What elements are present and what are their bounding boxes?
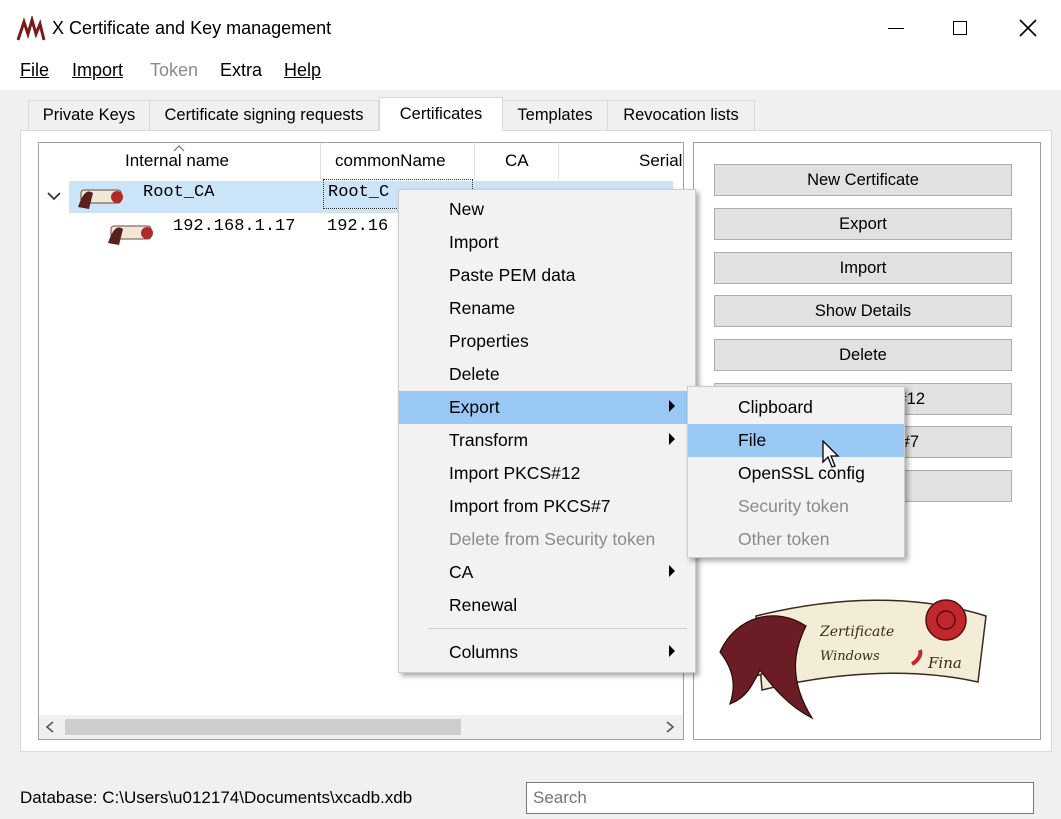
delete-button[interactable]: Delete: [714, 339, 1012, 371]
close-icon: [1019, 19, 1037, 37]
submenu-arrow-icon: [669, 645, 675, 657]
show-details-button[interactable]: Show Details: [714, 295, 1012, 327]
certificate-icon: [78, 189, 123, 209]
ctx-new[interactable]: New: [399, 193, 695, 226]
column-header-serial[interactable]: Serial: [559, 143, 683, 179]
tab-templates[interactable]: Templates: [502, 100, 608, 130]
submenu-arrow-icon: [669, 400, 675, 412]
submenu-arrow-icon: [669, 565, 675, 577]
minimize-button[interactable]: [866, 0, 926, 56]
ctx-properties[interactable]: Properties: [399, 325, 695, 358]
row-internal-name: Root_CA: [143, 183, 215, 202]
expand-chevron-icon[interactable]: [47, 191, 61, 201]
xca-scroll-logo: Zertificate Windows Fina: [719, 599, 987, 720]
tab-revocation-lists[interactable]: Revocation lists: [607, 100, 755, 130]
svg-text:Zertificate: Zertificate: [819, 624, 894, 640]
svg-text:Fina: Fina: [927, 654, 962, 672]
mouse-cursor-icon: [822, 440, 840, 468]
tab-certificates[interactable]: Certificates: [379, 97, 503, 131]
import-button[interactable]: Import: [714, 252, 1012, 284]
new-certificate-button[interactable]: New Certificate: [714, 164, 1012, 196]
app-logo-icon: [16, 16, 46, 41]
ctx-columns[interactable]: Columns: [399, 636, 695, 669]
column-header-ca[interactable]: CA: [475, 143, 559, 179]
tab-private-keys[interactable]: Private Keys: [28, 100, 150, 130]
window-title: X Certificate and Key management: [52, 18, 332, 38]
ctx-renewal[interactable]: Renewal: [399, 589, 695, 622]
menu-token[interactable]: Token: [150, 60, 198, 81]
menu-separator: [429, 628, 687, 629]
close-button[interactable]: [998, 0, 1058, 56]
scroll-left-icon[interactable]: [45, 721, 55, 733]
export-file[interactable]: File: [688, 424, 904, 457]
maximize-button[interactable]: [930, 0, 990, 56]
export-button[interactable]: Export: [714, 208, 1012, 240]
ctx-delete-from-token[interactable]: Delete from Security token: [399, 523, 695, 556]
ctx-ca[interactable]: CA: [399, 556, 695, 589]
certificate-icon: [108, 225, 153, 245]
ctx-transform[interactable]: Transform: [399, 424, 695, 457]
ctx-export[interactable]: Export: [399, 391, 695, 424]
ctx-import-pkcs12[interactable]: Import PKCS#12: [399, 457, 695, 490]
context-menu: New Import Paste PEM data Rename Propert…: [398, 189, 696, 673]
ctx-delete[interactable]: Delete: [399, 358, 695, 391]
export-openssl-config[interactable]: OpenSSL config: [688, 457, 904, 490]
scrollbar-thumb[interactable]: [65, 719, 461, 735]
export-security-token[interactable]: Security token: [688, 490, 904, 523]
menu-file[interactable]: File: [20, 60, 49, 81]
export-clipboard[interactable]: Clipboard: [688, 391, 904, 424]
ctx-import-pkcs7[interactable]: Import from PKCS#7: [399, 490, 695, 523]
ctx-rename[interactable]: Rename: [399, 292, 695, 325]
ctx-import[interactable]: Import: [399, 226, 695, 259]
menu-extra[interactable]: Extra: [220, 60, 262, 81]
child-common-name: 192.16: [327, 217, 389, 236]
svg-text:Windows: Windows: [820, 649, 880, 664]
sort-ascending-icon: [173, 145, 185, 152]
horizontal-scrollbar[interactable]: [39, 715, 683, 739]
column-header-commonname[interactable]: commonName: [321, 143, 475, 179]
database-path-status: Database: C:\Users\u012174\Documents\xca…: [20, 788, 413, 807]
export-submenu: Clipboard File OpenSSL config Security t…: [687, 386, 905, 558]
export-other-token[interactable]: Other token: [688, 523, 904, 556]
submenu-arrow-icon: [669, 433, 675, 445]
tab-csr[interactable]: Certificate signing requests: [149, 100, 379, 130]
child-internal-name: 192.168.1.17: [173, 217, 296, 236]
menu-help[interactable]: Help: [284, 60, 321, 81]
scroll-right-icon[interactable]: [665, 721, 675, 733]
search-input[interactable]: [526, 782, 1034, 814]
menu-import[interactable]: Import: [72, 60, 123, 81]
ctx-paste-pem[interactable]: Paste PEM data: [399, 259, 695, 292]
